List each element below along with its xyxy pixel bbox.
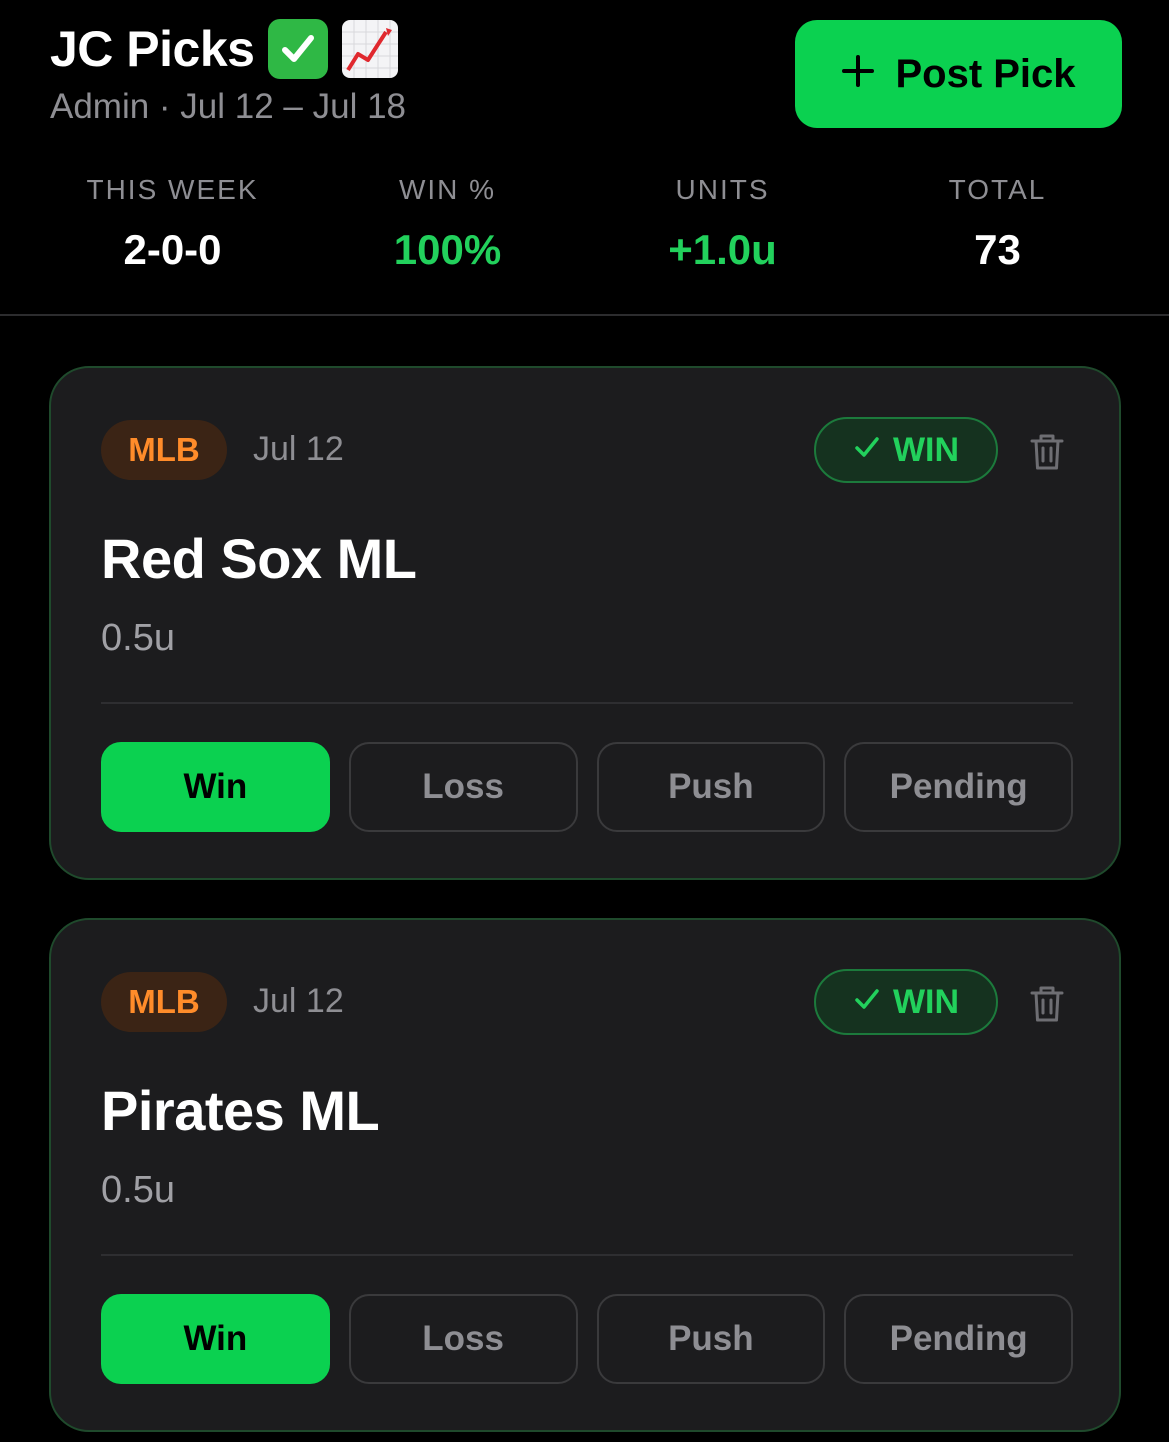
win-button[interactable]: Win xyxy=(101,742,330,832)
pick-units: 0.5u xyxy=(101,1169,175,1211)
pick-date: Jul 12 xyxy=(253,982,344,1020)
pick-name: Red Sox ML xyxy=(101,527,417,590)
result-badge: WIN xyxy=(814,417,998,483)
win-button[interactable]: Win xyxy=(101,1294,330,1384)
pick-date: Jul 12 xyxy=(253,430,344,468)
loss-button[interactable]: Loss xyxy=(348,1294,578,1384)
title-row: JC Picks xyxy=(50,18,399,80)
pending-button[interactable]: Pending xyxy=(844,1294,1073,1384)
header-subtitle: Admin · Jul 12 – Jul 18 xyxy=(50,87,407,126)
pick-units: 0.5u xyxy=(101,617,175,659)
push-button[interactable]: Push xyxy=(596,742,826,832)
league-badge: MLB xyxy=(101,420,227,480)
app-title: JC Picks xyxy=(50,21,255,77)
stat-total: TOTAL 73 xyxy=(860,172,1135,274)
header: JC Picks Admin · Jul 12 – Jul 18 Post Pi… xyxy=(0,0,1169,316)
stat-label: UNITS xyxy=(675,174,770,205)
chart-increasing-emoji-icon xyxy=(342,20,399,78)
plus-icon xyxy=(841,49,875,95)
result-badge: WIN xyxy=(814,969,998,1035)
push-button[interactable]: Push xyxy=(596,1294,826,1384)
stat-win-percent: WIN % 100% xyxy=(310,172,585,274)
result-buttons: Win Loss Push Pending xyxy=(101,742,1073,832)
picks-screen: JC Picks Admin · Jul 12 – Jul 18 Post Pi… xyxy=(0,0,1169,1442)
pick-card: MLB Jul 12 WIN Red Sox ML 0.5u Win Loss … xyxy=(49,366,1121,880)
stat-label: TOTAL xyxy=(948,174,1047,205)
pick-name: Pirates ML xyxy=(101,1079,380,1142)
result-badge-label: WIN xyxy=(892,430,960,469)
stat-units: UNITS +1.0u xyxy=(585,172,860,274)
divider xyxy=(101,702,1073,704)
pending-button[interactable]: Pending xyxy=(844,742,1073,832)
result-badge-label: WIN xyxy=(892,982,960,1021)
stat-label: THIS WEEK xyxy=(86,174,259,205)
divider xyxy=(101,1254,1073,1256)
check-mark-emoji-icon xyxy=(268,19,329,79)
trash-icon[interactable] xyxy=(1029,984,1065,1024)
stat-value: 2-0-0 xyxy=(123,226,222,273)
stat-value: 73 xyxy=(974,226,1021,273)
post-pick-button[interactable]: Post Pick xyxy=(795,20,1122,128)
loss-button[interactable]: Loss xyxy=(348,742,578,832)
pick-card: MLB Jul 12 WIN Pirates ML 0.5u Win Loss … xyxy=(49,918,1121,1432)
league-badge: MLB xyxy=(101,972,227,1032)
checkmark-icon xyxy=(853,983,881,1022)
checkmark-icon xyxy=(853,431,881,470)
result-buttons: Win Loss Push Pending xyxy=(101,1294,1073,1384)
stat-label: WIN % xyxy=(398,174,497,205)
stats-row: THIS WEEK 2-0-0 WIN % 100% UNITS +1.0u T… xyxy=(35,172,1135,274)
trash-icon[interactable] xyxy=(1029,432,1065,472)
stat-value: +1.0u xyxy=(668,226,777,273)
stat-this-week: THIS WEEK 2-0-0 xyxy=(35,172,310,274)
stat-value: 100% xyxy=(393,226,502,273)
post-pick-label: Post Pick xyxy=(895,51,1076,96)
